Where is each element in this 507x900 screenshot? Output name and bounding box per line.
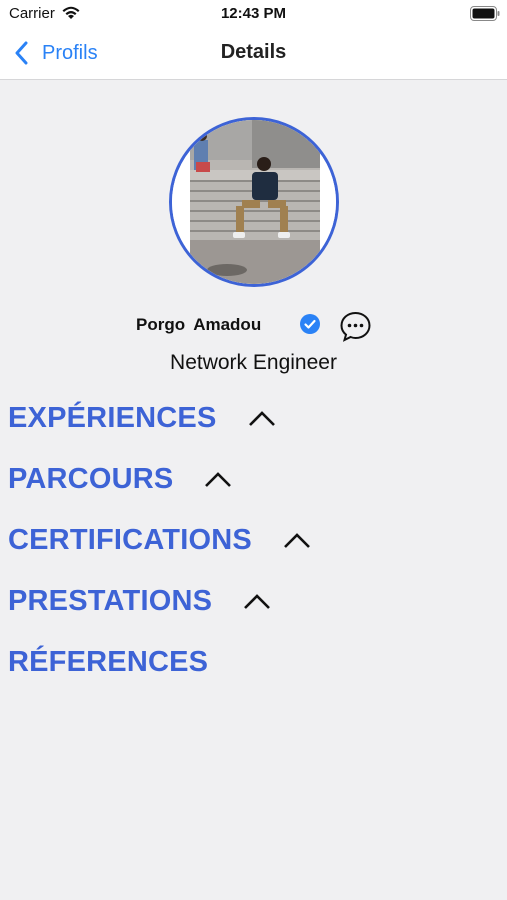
section-parcours[interactable]: PARCOURS xyxy=(8,459,233,499)
section-label: CERTIFICATIONS xyxy=(8,523,252,556)
section-prestations[interactable]: PRESTATIONS xyxy=(8,581,272,621)
section-label: EXPÉRIENCES xyxy=(8,401,217,434)
section-label: PARCOURS xyxy=(8,462,174,495)
section-experiences[interactable]: EXPÉRIENCES xyxy=(8,398,277,438)
avatar xyxy=(169,117,339,287)
profile-name: Porgo Amadou xyxy=(136,315,262,334)
chevron-up-icon[interactable] xyxy=(203,469,233,489)
chevron-up-icon[interactable] xyxy=(242,591,272,611)
section-label: PRESTATIONS xyxy=(8,584,213,617)
battery-icon xyxy=(470,6,500,21)
verified-badge-icon xyxy=(300,314,320,334)
profile-role: Network Engineer xyxy=(170,351,337,374)
page-title: Details xyxy=(220,41,287,63)
navigation-bar: Profils Details xyxy=(0,28,507,80)
clock: 12:43 PM xyxy=(220,5,287,22)
section-certifications[interactable]: CERTIFICATIONS xyxy=(8,520,312,560)
status-bar: Carrier 12:43 PM xyxy=(0,0,507,28)
chevron-up-icon[interactable] xyxy=(282,530,312,550)
section-label: RÉFERENCES xyxy=(8,645,209,678)
profile-photo xyxy=(172,120,336,284)
profile-name-row: Porgo Amadou xyxy=(0,310,507,342)
section-references[interactable]: RÉFERENCES xyxy=(8,642,208,682)
chat-bubble-icon[interactable] xyxy=(339,310,372,343)
chevron-up-icon[interactable] xyxy=(247,408,277,428)
